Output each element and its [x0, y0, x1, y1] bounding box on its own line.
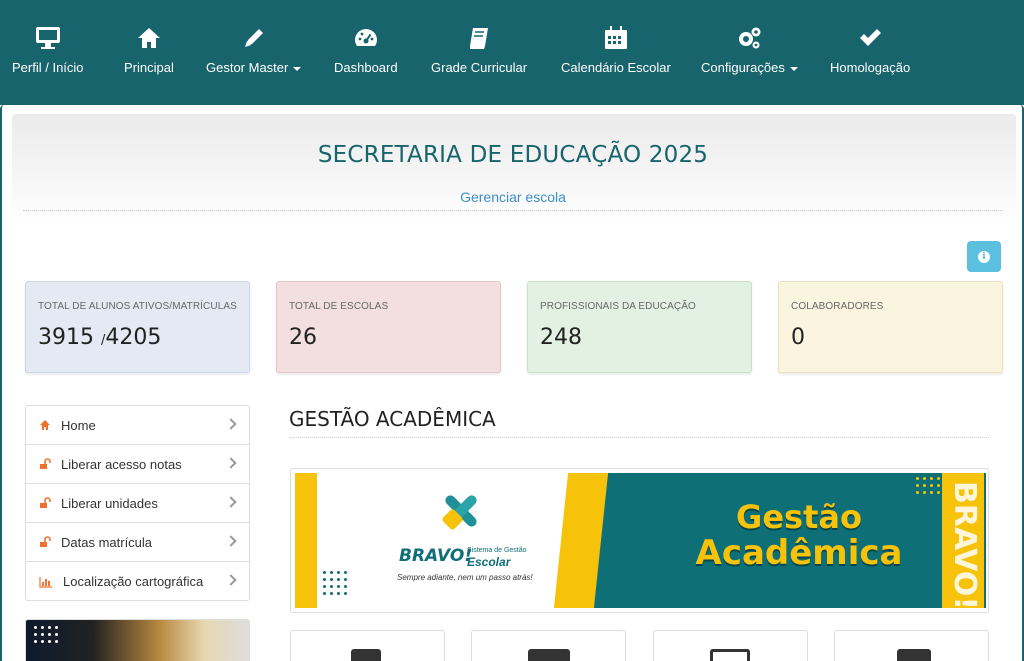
nav-label: Calendário Escolar	[561, 60, 671, 75]
banner-headline-line1: Gestão	[736, 498, 862, 536]
unlock-icon	[40, 458, 51, 469]
stat-label: TOTAL DE ESCOLAS	[289, 301, 389, 312]
home-icon	[137, 28, 160, 48]
menu-label: Localização cartográfica	[63, 574, 204, 589]
nav-item-dashboard[interactable]: Dashboard	[334, 24, 398, 80]
bar-chart-icon	[39, 576, 52, 588]
stat-card-alunos: TOTAL DE ALUNOS ATIVOS/MATRÍCULAS 3915 /…	[25, 281, 250, 373]
header-divider	[23, 210, 1003, 211]
module-icon	[897, 649, 931, 661]
side-menu-item-liberar-notas[interactable]: Liberar acesso notas	[26, 445, 249, 484]
menu-label: Home	[61, 417, 96, 433]
nav-label: Configurações	[701, 60, 798, 75]
content-panel: SECRETARIA DE EDUCAÇÃO 2025 Gerenciar es…	[0, 105, 1024, 661]
module-icon	[710, 649, 750, 661]
stat-label: TOTAL DE ALUNOS ATIVOS/MATRÍCULAS	[38, 301, 237, 312]
stat-card-profissionais: PROFISSIONAIS DA EDUCAÇÃO 248	[527, 281, 752, 373]
menu-label: Liberar acesso notas	[61, 456, 182, 472]
nav-label: Homologação	[830, 60, 911, 75]
nav-label: Principal	[124, 60, 174, 75]
chevron-right-icon	[225, 418, 237, 430]
dots-decoration	[34, 626, 58, 643]
nav-item-principal[interactable]: Principal	[124, 24, 174, 80]
banner-headline: Gestão Acadêmica	[659, 499, 939, 571]
chevron-right-icon	[225, 574, 237, 586]
nav-item-gestor-master[interactable]: Gestor Master	[206, 24, 302, 80]
side-menu-item-home[interactable]: Home	[26, 406, 249, 445]
module-icon	[351, 649, 381, 661]
unlock-icon	[40, 497, 51, 508]
gears-icon	[739, 27, 761, 49]
stat-value: 3915 /4205	[38, 325, 162, 350]
nav-item-configuracoes[interactable]: Configurações	[701, 24, 798, 80]
calendar-icon	[604, 26, 627, 49]
info-icon: i	[978, 250, 990, 263]
dots-decoration	[916, 477, 940, 494]
side-menu-item-liberar-unidades[interactable]: Liberar unidades	[26, 484, 249, 523]
side-menu-item-datas-matricula[interactable]: Datas matrícula	[26, 523, 249, 562]
stat-value: 0	[791, 325, 805, 350]
chevron-right-icon	[225, 535, 237, 547]
dashboard-icon	[354, 29, 377, 46]
section-title: GESTÃO ACADÊMICA	[289, 407, 496, 431]
book-icon	[470, 28, 489, 49]
menu-label: Datas matrícula	[61, 534, 153, 550]
menu-label: Liberar unidades	[61, 495, 158, 511]
home-icon	[40, 420, 50, 430]
stat-card-colaboradores: COLABORADORES 0	[778, 281, 1003, 373]
banner-stripe	[295, 473, 317, 608]
dots-decoration	[323, 571, 347, 595]
chevron-right-icon	[225, 496, 237, 508]
banner-headline-line2: Acadêmica	[695, 533, 903, 573]
nav-label: Gestor Master	[206, 60, 302, 75]
check-icon	[860, 29, 882, 46]
manage-school-link[interactable]: Gerenciar escola	[12, 189, 1014, 205]
side-menu: Home Liberar acesso notas Liberar unidad…	[25, 405, 250, 601]
banner-brand: BRAVO!	[399, 546, 473, 566]
top-navbar: Perfil / Início Principal Gestor Master …	[0, 0, 1024, 105]
module-tile[interactable]	[471, 630, 626, 661]
nav-label: Dashboard	[334, 60, 398, 75]
stat-label: PROFISSIONAIS DA EDUCAÇÃO	[540, 301, 696, 312]
stat-value: 26	[289, 325, 317, 350]
side-menu-item-localizacao[interactable]: Localização cartográfica	[26, 562, 249, 601]
nav-item-grade-curricular[interactable]: Grade Curricular	[431, 24, 527, 80]
module-tile[interactable]	[834, 630, 989, 661]
nav-item-perfil[interactable]: Perfil / Início	[12, 24, 84, 80]
chevron-right-icon	[225, 457, 237, 469]
stat-label: COLABORADORES	[791, 301, 884, 312]
unlock-icon	[40, 536, 51, 547]
pencil-icon	[244, 29, 263, 47]
info-button[interactable]: i	[967, 241, 1001, 272]
module-tile[interactable]	[290, 630, 445, 661]
side-photo	[25, 619, 250, 661]
caret-down-icon	[789, 66, 798, 71]
nav-item-calendario[interactable]: Calendário Escolar	[561, 24, 671, 80]
banner-brand-sub: Sistema de Gestão	[467, 547, 527, 554]
nav-item-homologacao[interactable]: Homologação	[830, 24, 910, 80]
monitor-icon	[35, 27, 60, 49]
banner-tagline: Sempre adiante, nem um passo atrás!	[397, 573, 533, 582]
stat-value: 248	[540, 325, 582, 350]
section-divider	[289, 437, 989, 438]
banner-vertical-text: BRAVO!	[947, 481, 982, 611]
caret-down-icon	[293, 66, 302, 71]
module-icon	[528, 649, 570, 661]
page-title: SECRETARIA DE EDUCAÇÃO 2025	[317, 142, 709, 168]
nav-label: Perfil / Início	[12, 60, 84, 75]
banner-brand-product: Escolar	[467, 555, 511, 569]
gestao-academica-banner[interactable]: BRAVO! BRAVO! Sistema de Gestão Escolar …	[290, 468, 989, 613]
stat-card-escolas: TOTAL DE ESCOLAS 26	[276, 281, 501, 373]
nav-label: Grade Curricular	[431, 60, 528, 75]
module-tile[interactable]	[653, 630, 808, 661]
